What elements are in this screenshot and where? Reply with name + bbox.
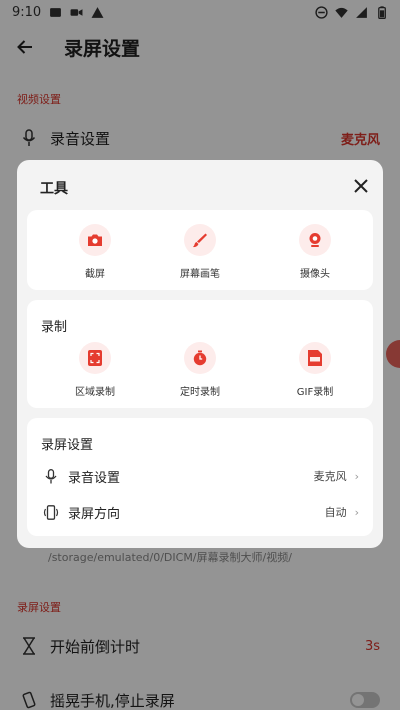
gif-icon [299, 342, 331, 374]
tool-label: 截屏 [85, 269, 105, 280]
tool-label: 定时录制 [180, 387, 220, 398]
close-icon[interactable] [353, 178, 369, 194]
dialog-audio-setting-label: 录音设置 [68, 470, 121, 486]
camera-icon [79, 224, 111, 256]
record-card-title: 录制 [41, 320, 68, 335]
dialog-orientation-label: 录屏方向 [68, 506, 121, 522]
webcam-icon [299, 224, 331, 256]
tool-timer-record[interactable]: 定时录制 [160, 342, 240, 398]
dialog-audio-setting-value: 麦克风 [313, 470, 347, 483]
dialog-orientation-row[interactable]: 录屏方向 自动 › [27, 494, 373, 530]
settings-card-title: 录屏设置 [41, 438, 94, 453]
brush-icon [184, 224, 216, 256]
tool-label: 屏幕画笔 [180, 269, 220, 280]
tool-area-record[interactable]: 区域录制 [55, 342, 135, 398]
orientation-icon [43, 504, 59, 520]
timer-icon [184, 342, 216, 374]
dialog-audio-setting-row[interactable]: 录音设置 麦克风 › [27, 458, 373, 494]
record-card: 录制 区域录制 定时录制 GIF录制 [27, 300, 373, 408]
settings-card: 录屏设置 录音设置 麦克风 › 录屏方向 自动 › [27, 418, 373, 536]
tool-screen-brush[interactable]: 屏幕画笔 [160, 224, 240, 280]
area-record-icon [79, 342, 111, 374]
tools-card: 截屏 屏幕画笔 摄像头 [27, 210, 373, 290]
tools-dialog: 工具 截屏 屏幕画笔 摄像头 录制 区域录制 定时录制 GIF录制 录屏设置 录… [17, 160, 383, 548]
tool-webcam[interactable]: 摄像头 [275, 224, 355, 280]
tool-gif-record[interactable]: GIF录制 [275, 342, 355, 398]
tool-label: GIF录制 [296, 387, 334, 398]
tool-label: 摄像头 [300, 269, 330, 280]
chevron-right-icon: › [354, 505, 359, 519]
microphone-icon [43, 468, 59, 484]
tool-label: 区域录制 [75, 387, 115, 398]
chevron-right-icon: › [354, 469, 359, 483]
dialog-title: 工具 [40, 181, 68, 197]
dialog-orientation-value: 自动 [324, 506, 347, 519]
tool-screenshot[interactable]: 截屏 [55, 224, 135, 280]
